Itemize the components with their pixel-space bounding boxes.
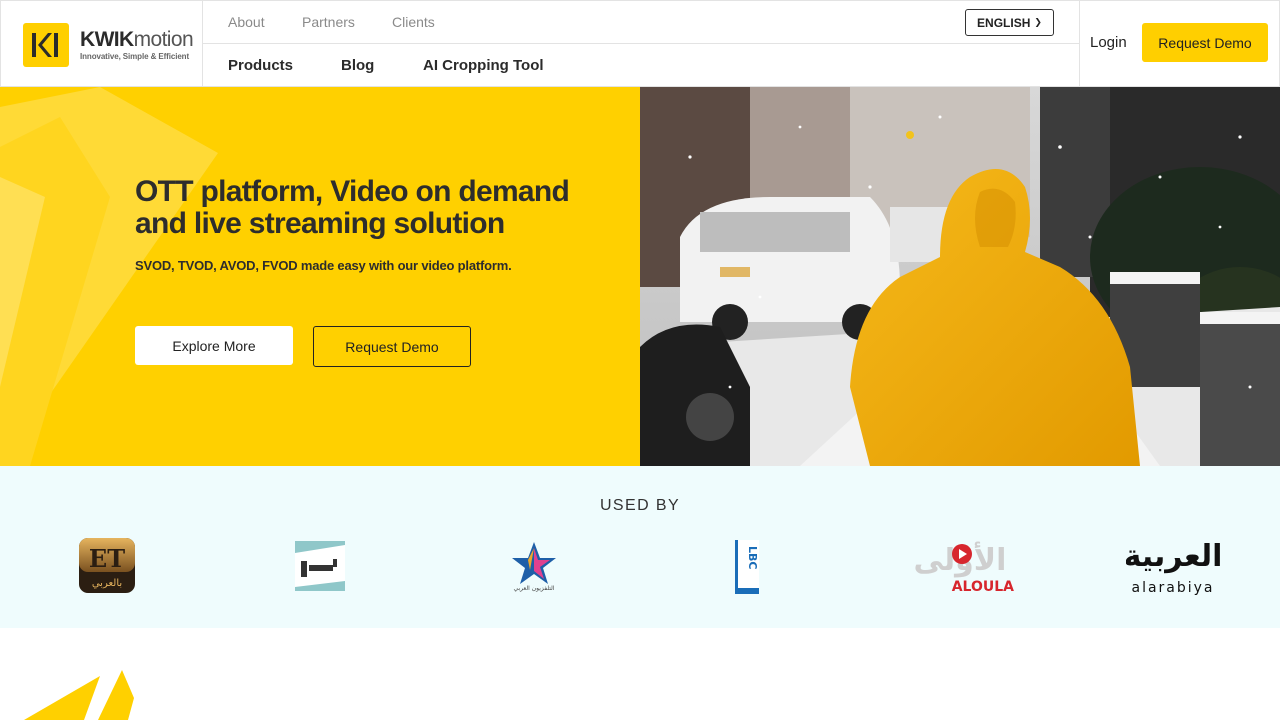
used-by-section: USED BY ET بالعربي التلفزيون العربي LBC …: [0, 466, 1280, 628]
request-demo-header-button[interactable]: Request Demo: [1142, 23, 1268, 62]
nav-partners[interactable]: Partners: [302, 14, 355, 30]
hero-section: OTT platform, Video on demand and live s…: [0, 87, 1280, 466]
svg-text:بالعربي: بالعربي: [92, 578, 122, 589]
client-logo-aloula: الأولى ALOULA: [904, 538, 1016, 595]
svg-text:التلفزيون العربي: التلفزيون العربي: [513, 585, 554, 592]
chevron-decoration-bottom-icon: [24, 670, 134, 720]
svg-text:alarabiya: alarabiya: [1131, 580, 1214, 596]
language-selector[interactable]: ENGLISH ❯: [965, 9, 1054, 36]
explore-more-button[interactable]: Explore More: [135, 326, 293, 365]
header-actions: Login Request Demo: [1079, 1, 1280, 87]
logo[interactable]: KWIKmotion Innovative, Simple & Efficien…: [1, 1, 203, 87]
client-logo-alarabiya: العربية alarabiya: [1124, 536, 1223, 596]
nav-clients[interactable]: Clients: [392, 14, 435, 30]
chevron-decoration-icon: [0, 87, 218, 466]
logo-wordmark: KWIKmotion: [80, 28, 194, 51]
main-nav: Products Blog AI Cropping Tool: [203, 44, 1080, 87]
client-logo-et: ET بالعربي: [78, 536, 136, 594]
client-logo-lbc: LBC: [735, 540, 759, 594]
svg-text:LBC: LBC: [746, 546, 759, 569]
client-logo-alaraby: التلفزيون العربي: [510, 540, 558, 592]
svg-text:ET: ET: [89, 544, 125, 573]
kwikmotion-logo-icon: [23, 23, 69, 67]
snowy-street-photo-icon: [640, 87, 1280, 466]
svg-text:ALOULA: ALOULA: [952, 579, 1014, 594]
login-link[interactable]: Login: [1090, 34, 1127, 51]
hero-title: OTT platform, Video on demand and live s…: [135, 175, 570, 240]
request-demo-hero-button[interactable]: Request Demo: [313, 326, 471, 367]
top-nav: About Partners Clients ENGLISH ❯: [203, 1, 1080, 44]
used-by-title: USED BY: [599, 497, 681, 514]
svg-text:العربية: العربية: [1126, 539, 1220, 574]
hero-image: [640, 87, 1280, 466]
nav-ai-cropping-tool[interactable]: AI Cropping Tool: [423, 57, 544, 74]
hero-subtitle: SVOD, TVOD, AVOD, FVOD made easy with ou…: [135, 258, 512, 273]
chevron-down-icon: ❯: [1034, 17, 1042, 27]
language-label: ENGLISH: [977, 15, 1031, 30]
site-header: KWIKmotion Innovative, Simple & Efficien…: [0, 0, 1280, 87]
nav-blog[interactable]: Blog: [341, 57, 374, 74]
logo-tagline: Innovative, Simple & Efficient: [80, 52, 190, 61]
hero-panel: OTT platform, Video on demand and live s…: [0, 87, 640, 466]
nav-products[interactable]: Products: [228, 57, 293, 74]
client-logo-lpiv: [295, 541, 345, 591]
nav-about[interactable]: About: [228, 14, 265, 30]
